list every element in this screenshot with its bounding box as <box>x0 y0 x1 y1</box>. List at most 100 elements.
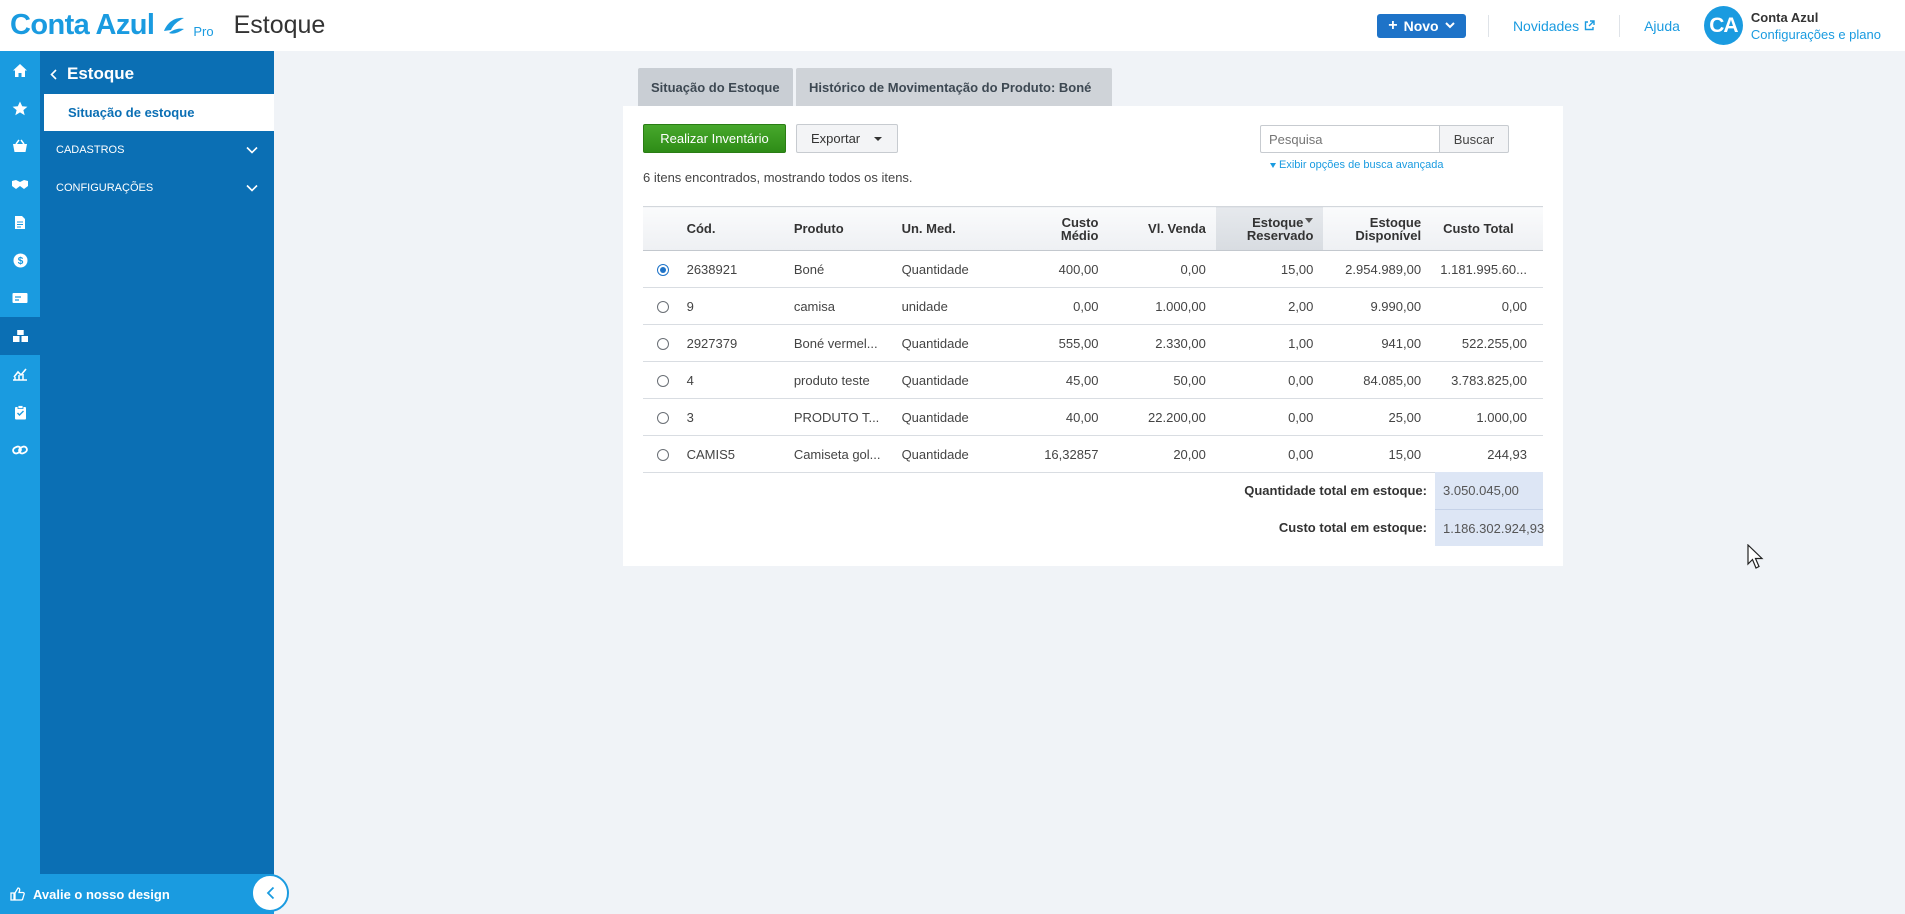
cell-vl-venda: 2.330,00 <box>1108 324 1216 362</box>
icon-rail: $ <box>0 51 40 914</box>
exportar-label: Exportar <box>811 131 861 146</box>
dollar-icon: $ <box>13 253 27 267</box>
column-header-vl-venda[interactable]: Vl. Venda <box>1108 206 1216 251</box>
document-icon <box>15 215 25 229</box>
cell-estoque-reservado: 15,00 <box>1215 250 1324 288</box>
column-header-estoque-disponivel[interactable]: Estoque Disponível <box>1323 206 1432 251</box>
column-header-produto[interactable]: Produto <box>789 206 898 251</box>
module-sidebar: Estoque Situação de estoque CADASTROS CO… <box>0 51 274 914</box>
cell-vl-venda: 50,00 <box>1108 361 1216 399</box>
table-row[interactable]: 2638921 Boné Quantidade 400,00 0,00 15,00 2.95… <box>643 250 1543 288</box>
row-radio[interactable] <box>656 301 669 314</box>
mouse-cursor-icon <box>1747 544 1764 569</box>
cell-un-med: Quantidade <box>897 435 1002 473</box>
collapse-sidebar-button[interactable] <box>251 874 289 912</box>
column-header-estoque-reservado[interactable]: Estoque Reservado <box>1215 206 1324 251</box>
row-radio[interactable] <box>656 449 669 462</box>
cell-vl-venda: 22.200,00 <box>1108 398 1216 436</box>
column-header-custo-total[interactable]: Custo Total <box>1431 206 1543 251</box>
sort-desc-icon <box>1305 217 1314 223</box>
cell-custo-total: 1.181.995.60... <box>1431 250 1543 288</box>
chevron-down-icon <box>246 184 258 192</box>
logo[interactable]: Conta Azul Pro <box>10 0 214 51</box>
cell-un-med: Quantidade <box>897 250 1002 288</box>
rail-cartoes[interactable] <box>0 279 40 317</box>
rail-financeiro[interactable]: $ <box>0 241 40 279</box>
cell-estoque-reservado: 0,00 <box>1215 361 1324 399</box>
tab-bar: Situação do Estoque Histórico de Movimen… <box>638 68 1112 106</box>
user-plan-link[interactable]: Configurações e plano <box>1751 26 1881 43</box>
realizar-inventario-button[interactable]: Realizar Inventário <box>643 124 786 153</box>
column-header-cod[interactable]: Cód. <box>682 206 790 251</box>
column-header-un-med[interactable]: Un. Med. <box>897 206 1002 251</box>
feedback-label: Avalie o nosso design <box>33 886 170 902</box>
row-select-cell <box>643 398 683 436</box>
rail-tarefas[interactable] <box>0 393 40 431</box>
external-link-icon <box>1584 20 1595 31</box>
rail-clientes[interactable] <box>0 165 40 203</box>
chevron-down-icon <box>246 146 258 154</box>
advanced-search-link[interactable]: Exibir opções de busca avançada <box>1270 159 1444 171</box>
cell-produto: PRODUTO T... <box>789 398 898 436</box>
novidades-label: Novidades <box>1512 17 1580 34</box>
cell-estoque-disponivel: 9.990,00 <box>1323 287 1432 325</box>
totals: Quantidade total em estoque: 3.050.045,0… <box>643 472 1544 546</box>
cell-un-med: Quantidade <box>897 324 1002 362</box>
card-icon <box>12 293 28 303</box>
novo-label: Novo <box>1403 17 1439 34</box>
row-radio[interactable] <box>656 412 669 425</box>
table-row[interactable]: 9 camisa unidade 0,00 1.000,00 2,00 9.990,00 0,… <box>643 287 1543 325</box>
table-row[interactable]: 3 PRODUTO T... Quantidade 40,00 22.200,00 0,0… <box>643 398 1543 436</box>
cell-custo-total: 3.783.825,00 <box>1431 361 1543 399</box>
tab-situacao-estoque[interactable]: Situação do Estoque <box>638 68 793 106</box>
exportar-dropdown[interactable]: Exportar <box>796 124 898 153</box>
clipboard-icon <box>14 404 26 419</box>
cell-un-med: Quantidade <box>897 398 1002 436</box>
cell-cod: 2927379 <box>682 324 790 362</box>
logo-text: Conta Azul <box>10 9 155 41</box>
advanced-search-label: Exibir opções de busca avançada <box>1279 159 1444 171</box>
plus-icon: + <box>1388 16 1398 34</box>
ajuda-link[interactable]: Ajuda <box>1620 18 1680 34</box>
cell-custo-medio: 0,00 <box>1001 287 1109 325</box>
row-radio[interactable] <box>656 338 669 351</box>
feedback-button[interactable]: Avalie o nosso design <box>0 874 274 914</box>
sidebar-title: Estoque <box>67 64 135 83</box>
buscar-button[interactable]: Buscar <box>1439 125 1509 153</box>
rail-home[interactable] <box>0 51 40 89</box>
table-row[interactable]: CAMIS5 Camiseta gol... Quantidade 16,32857 2… <box>643 435 1543 473</box>
rail-relatorios[interactable] <box>0 355 40 393</box>
cell-custo-total: 522.255,00 <box>1431 324 1543 362</box>
cell-custo-medio: 40,00 <box>1001 398 1109 436</box>
cell-custo-total: 0,00 <box>1431 287 1543 325</box>
search-input[interactable] <box>1260 125 1440 153</box>
cell-custo-total: 244,93 <box>1431 435 1543 473</box>
row-radio[interactable] <box>656 375 669 388</box>
table-row[interactable]: 4 produto teste Quantidade 45,00 50,00 0,00 84… <box>643 361 1543 399</box>
rail-favorites[interactable] <box>0 89 40 127</box>
column-header-custo-medio[interactable]: Custo Médio <box>1001 206 1109 251</box>
cell-estoque-reservado: 2,00 <box>1215 287 1324 325</box>
cell-cod: 4 <box>682 361 790 399</box>
cell-estoque-reservado: 1,00 <box>1215 324 1324 362</box>
user-menu[interactable]: CA Conta Azul Configurações e plano <box>1703 6 1881 45</box>
cell-vl-venda: 1.000,00 <box>1108 287 1216 325</box>
cell-produto: Boné <box>789 250 898 288</box>
row-radio[interactable] <box>656 264 669 277</box>
table-row[interactable]: 2927379 Boné vermel... Quantidade 555,00 2.3… <box>643 324 1543 362</box>
tab-historico-movimentacao[interactable]: Histórico de Movimentação do Produto: Bo… <box>796 68 1112 106</box>
row-select-cell <box>643 435 683 473</box>
cell-custo-medio: 16,32857 <box>1001 435 1109 473</box>
sidebar-section-cadastros[interactable]: CADASTROS <box>40 131 274 169</box>
sidebar-section-configuracoes[interactable]: CONFIGURAÇÕES <box>40 169 274 207</box>
rail-documentos[interactable] <box>0 203 40 241</box>
cell-cod: 9 <box>682 287 790 325</box>
rail-integracoes[interactable] <box>0 431 40 469</box>
novo-button[interactable]: + Novo <box>1376 13 1466 38</box>
novidades-link[interactable]: Novidades <box>1489 18 1619 34</box>
cell-custo-total: 1.000,00 <box>1431 398 1543 436</box>
sidebar-back[interactable]: Estoque <box>40 54 274 94</box>
rail-estoque[interactable] <box>0 317 40 355</box>
sidebar-item-situacao-estoque[interactable]: Situação de estoque <box>44 94 274 131</box>
rail-vendas[interactable] <box>0 127 40 165</box>
